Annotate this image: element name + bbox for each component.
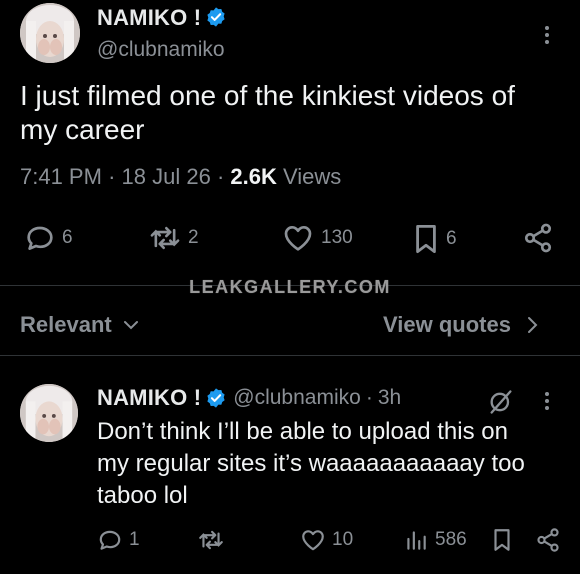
like-button[interactable]: 130 bbox=[281, 222, 353, 254]
author-handle[interactable]: @clubnamiko bbox=[97, 38, 225, 62]
share-button[interactable] bbox=[522, 222, 554, 254]
view-quotes-link[interactable]: View quotes bbox=[383, 312, 539, 338]
more-options-icon[interactable] bbox=[545, 23, 549, 47]
watermark-text: LEAKGALLERY.COM bbox=[189, 277, 391, 297]
reply-share-button[interactable] bbox=[535, 527, 561, 553]
reply-views-button[interactable]: 586 bbox=[403, 527, 467, 553]
grok-icon[interactable] bbox=[487, 388, 515, 416]
view-quotes-label: View quotes bbox=[383, 312, 511, 337]
repost-icon bbox=[197, 527, 225, 553]
meta-separator: · bbox=[108, 164, 116, 189]
share-icon bbox=[522, 222, 554, 254]
reply-button[interactable]: 6 bbox=[24, 222, 73, 254]
reply-reply-count: 1 bbox=[129, 529, 140, 550]
heart-icon bbox=[300, 527, 326, 553]
bar-chart-icon bbox=[403, 527, 429, 553]
reply-author-name[interactable]: NAMIKO ! bbox=[97, 385, 201, 411]
verified-badge-icon bbox=[205, 6, 227, 28]
reply-count: 6 bbox=[62, 227, 73, 248]
bookmark-count: 6 bbox=[446, 228, 457, 249]
post-text: I just filmed one of the kinkiest videos… bbox=[20, 79, 565, 147]
post-time[interactable]: 7:41 PM bbox=[20, 164, 102, 189]
reply-repost-button[interactable] bbox=[197, 527, 225, 553]
author-name[interactable]: NAMIKO ! bbox=[97, 5, 201, 30]
reply-header: NAMIKO ! @clubnamiko · 3h bbox=[97, 385, 401, 411]
verified-badge-icon bbox=[205, 387, 227, 409]
post-meta: 7:41 PM · 18 Jul 26 · 2.6K Views bbox=[20, 164, 341, 190]
section-divider bbox=[0, 355, 580, 356]
bookmark-icon bbox=[491, 527, 513, 553]
reply-reply-button[interactable]: 1 bbox=[97, 527, 140, 553]
post-text-line: my career bbox=[20, 114, 145, 145]
reply-author-handle[interactable]: @clubnamiko bbox=[233, 386, 361, 410]
repost-icon bbox=[148, 222, 182, 254]
author-name-row[interactable]: NAMIKO ! bbox=[97, 5, 227, 31]
repost-button[interactable]: 2 bbox=[148, 222, 199, 254]
repost-count: 2 bbox=[188, 227, 199, 248]
reply-text-line: my regular sites it’s waaaaaaaaaaay too bbox=[97, 450, 525, 477]
meta-separator: · bbox=[216, 164, 225, 189]
meta-separator: · bbox=[365, 386, 373, 409]
reply-icon bbox=[97, 527, 123, 553]
sort-relevant-dropdown[interactable]: Relevant bbox=[20, 312, 140, 338]
reply-text-line: taboo lol bbox=[97, 482, 188, 509]
chevron-down-icon bbox=[122, 316, 140, 334]
views-count: 2.6K bbox=[230, 164, 277, 189]
reply-age[interactable]: 3h bbox=[378, 386, 401, 410]
reply-bookmark-button[interactable] bbox=[491, 527, 513, 553]
bookmark-button[interactable]: 6 bbox=[412, 222, 457, 256]
post-date[interactable]: 18 Jul 26 bbox=[122, 164, 211, 189]
chevron-right-icon bbox=[525, 315, 539, 335]
views-label: Views bbox=[283, 164, 342, 189]
author-avatar[interactable] bbox=[20, 3, 80, 63]
heart-icon bbox=[281, 222, 315, 254]
post-text-line: I just filmed one of the kinkiest videos… bbox=[20, 80, 515, 111]
like-count: 130 bbox=[321, 227, 353, 248]
reply-text-line: Don’t think I’ll be able to upload this … bbox=[97, 418, 508, 445]
sort-relevant-label: Relevant bbox=[20, 312, 112, 337]
reply-text: Don’t think I’ll be able to upload this … bbox=[97, 416, 567, 512]
reply-views-count: 586 bbox=[435, 529, 467, 550]
reply-icon bbox=[24, 222, 56, 254]
reply-like-count: 10 bbox=[332, 529, 354, 550]
reply-like-button[interactable]: 10 bbox=[300, 527, 353, 553]
reply-author-avatar[interactable] bbox=[20, 384, 78, 442]
reply-more-options-icon[interactable] bbox=[545, 389, 549, 413]
share-icon bbox=[535, 527, 561, 553]
bookmark-icon bbox=[412, 222, 440, 256]
